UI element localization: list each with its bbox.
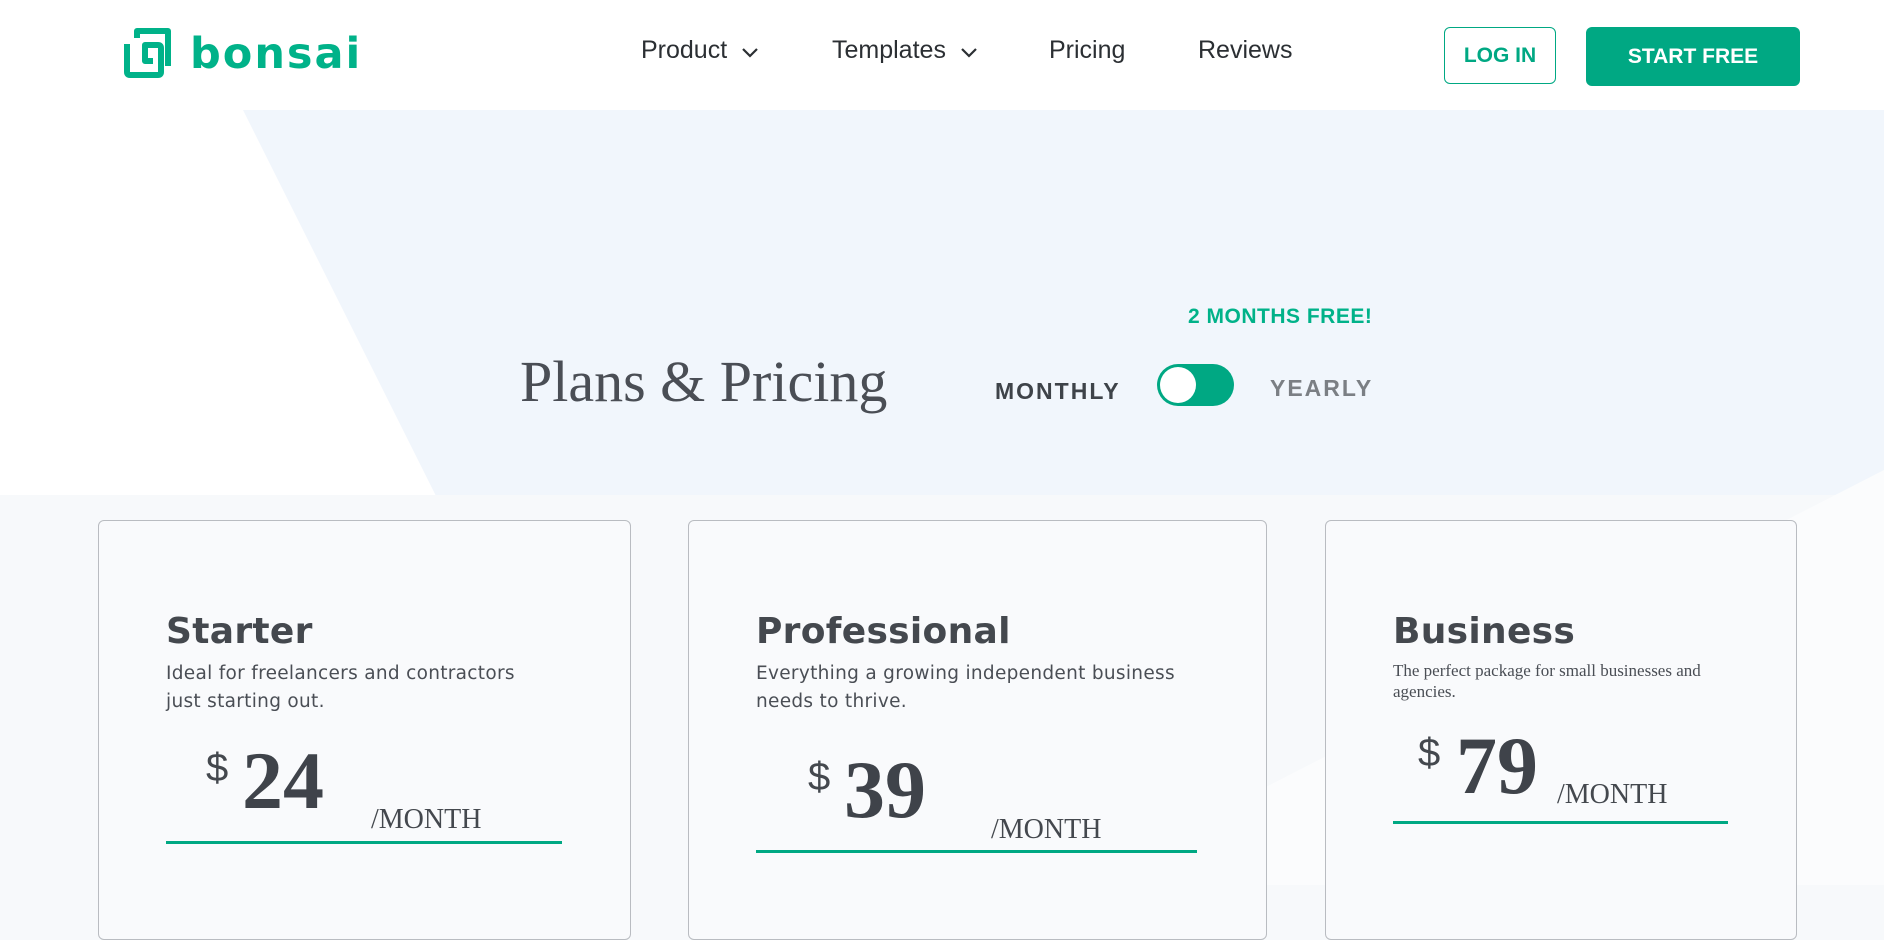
price-currency: $ [1418, 731, 1441, 775]
billing-period-toggle[interactable] [1157, 364, 1234, 406]
price-period: /MONTH [371, 804, 482, 835]
plan-description: Everything a growing independent busines… [756, 663, 1175, 712]
plan-name: Business [1393, 611, 1576, 652]
bonsai-logo-icon [124, 28, 171, 78]
plan-card-professional: Professional Everything a growing indepe… [688, 520, 1267, 940]
plan-description: Ideal for freelancers and contractors ju… [166, 663, 515, 712]
billing-monthly-label[interactable]: MONTHLY [995, 378, 1121, 405]
plan-name: Professional [756, 611, 1011, 652]
price-amount: 24 [242, 735, 324, 826]
price-period: /MONTH [991, 814, 1102, 845]
chevron-down-icon [742, 47, 758, 58]
plan-card-business: Business The perfect package for small b… [1325, 520, 1797, 940]
chevron-down-icon [961, 47, 977, 58]
price-currency: $ [808, 755, 831, 799]
price-amount: 79 [1456, 720, 1538, 811]
top-navbar: bonsai Product Templates Pricing Reviews… [0, 0, 1884, 110]
plan-card-starter: Starter Ideal for freelancers and contra… [98, 520, 631, 940]
brand-logo[interactable]: bonsai [120, 28, 362, 80]
price-underline [756, 850, 1197, 853]
billing-yearly-label[interactable]: YEARLY [1270, 375, 1373, 402]
nav-item-pricing[interactable]: Pricing [1049, 36, 1125, 65]
start-free-button[interactable]: START FREE [1586, 27, 1800, 86]
price-currency: $ [206, 746, 229, 790]
page-title: Plans & Pricing [520, 349, 888, 414]
nav-item-label: Pricing [1049, 36, 1126, 64]
nav-item-label: Product [641, 36, 728, 64]
nav-item-product[interactable]: Product [641, 36, 759, 65]
price-underline [1393, 821, 1728, 824]
toggle-knob [1160, 367, 1196, 403]
login-button[interactable]: LOG IN [1444, 27, 1556, 84]
promo-badge: 2 MONTHS FREE! [1188, 305, 1373, 328]
nav-item-reviews[interactable]: Reviews [1198, 36, 1292, 65]
nav-item-templates[interactable]: Templates [832, 36, 978, 65]
price-underline [166, 841, 562, 844]
price-period: /MONTH [1557, 779, 1668, 810]
nav-item-label: Reviews [1198, 36, 1293, 64]
brand-name: bonsai [190, 29, 363, 79]
plan-name: Starter [166, 611, 313, 652]
plan-description: The perfect package for small businesses… [1393, 661, 1701, 701]
price-amount: 39 [844, 744, 926, 835]
nav-item-label: Templates [832, 36, 946, 64]
